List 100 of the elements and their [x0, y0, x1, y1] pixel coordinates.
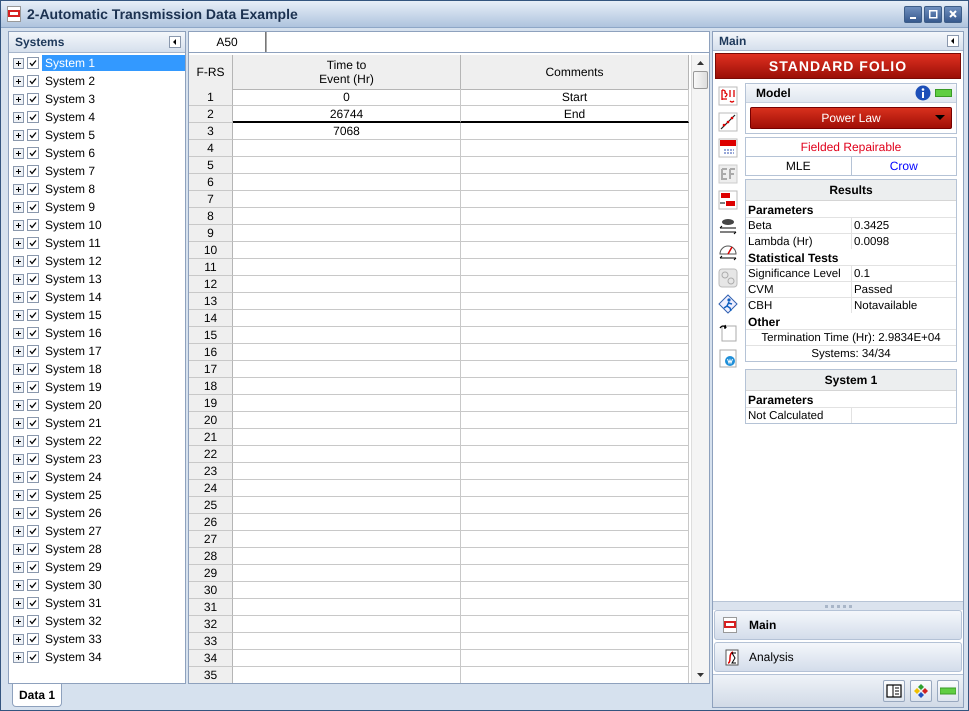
- checkbox[interactable]: [27, 525, 39, 537]
- checkbox[interactable]: [27, 255, 39, 267]
- tree-item[interactable]: System 10: [42, 217, 185, 233]
- toolbar-button[interactable]: [883, 680, 905, 702]
- checkbox[interactable]: [27, 165, 39, 177]
- checkbox[interactable]: [27, 561, 39, 573]
- checkbox[interactable]: [27, 345, 39, 357]
- checkbox[interactable]: [27, 399, 39, 411]
- expand-icon[interactable]: [13, 436, 24, 446]
- expand-icon[interactable]: [13, 418, 24, 428]
- runner-icon[interactable]: [718, 294, 738, 314]
- checkbox[interactable]: [27, 219, 39, 231]
- tree-item[interactable]: System 31: [42, 595, 185, 611]
- tree-item[interactable]: System 5: [42, 127, 185, 143]
- checkbox[interactable]: [27, 363, 39, 375]
- checkbox[interactable]: [27, 93, 39, 105]
- expand-icon[interactable]: [13, 562, 24, 572]
- page-arrow-icon[interactable]: [718, 322, 738, 342]
- expand-icon[interactable]: [13, 616, 24, 626]
- scrollbar-thumb[interactable]: [693, 71, 708, 89]
- checkbox[interactable]: [27, 381, 39, 393]
- checkbox[interactable]: [27, 579, 39, 591]
- expand-icon[interactable]: [13, 202, 24, 212]
- splitter-grip[interactable]: [824, 604, 852, 608]
- checkbox[interactable]: [27, 597, 39, 609]
- maximize-button[interactable]: [924, 6, 942, 22]
- tree-item[interactable]: System 24: [42, 469, 185, 485]
- checkbox[interactable]: [27, 471, 39, 483]
- expand-icon[interactable]: [13, 346, 24, 356]
- tree-item[interactable]: System 11: [42, 235, 185, 251]
- checkbox[interactable]: [27, 111, 39, 123]
- expand-icon[interactable]: [13, 148, 24, 158]
- expand-icon[interactable]: [13, 166, 24, 176]
- expand-icon[interactable]: [13, 328, 24, 338]
- tree-item[interactable]: System 28: [42, 541, 185, 557]
- expand-icon[interactable]: [13, 472, 24, 482]
- sheet-tab[interactable]: Data 1: [12, 684, 62, 707]
- conversion-icon[interactable]: [718, 190, 738, 210]
- tree-item[interactable]: System 23: [42, 451, 185, 467]
- collapse-button[interactable]: [169, 36, 181, 48]
- tree-item[interactable]: System 15: [42, 307, 185, 323]
- tree-item[interactable]: System 7: [42, 163, 185, 179]
- tree-item[interactable]: System 27: [42, 523, 185, 539]
- tree-item[interactable]: System 20: [42, 397, 185, 413]
- expand-icon[interactable]: [13, 508, 24, 518]
- tree-item[interactable]: System 8: [42, 181, 185, 197]
- expand-icon[interactable]: [13, 94, 24, 104]
- tree-item[interactable]: System 19: [42, 379, 185, 395]
- checkbox[interactable]: [27, 183, 39, 195]
- expand-icon[interactable]: [13, 454, 24, 464]
- tree-item[interactable]: System 18: [42, 361, 185, 377]
- expand-icon[interactable]: [13, 58, 24, 68]
- expand-icon[interactable]: [13, 634, 24, 644]
- expand-icon[interactable]: [13, 382, 24, 392]
- tree-item[interactable]: System 9: [42, 199, 185, 215]
- checkbox[interactable]: [27, 57, 39, 69]
- tree-item[interactable]: System 6: [42, 145, 185, 161]
- checkbox[interactable]: [27, 453, 39, 465]
- checkbox[interactable]: [27, 129, 39, 141]
- checkbox[interactable]: [27, 273, 39, 285]
- scroll-up-icon[interactable]: [696, 59, 705, 67]
- scroll-down-icon[interactable]: [696, 671, 705, 679]
- tree-item[interactable]: System 33: [42, 631, 185, 647]
- tree-item[interactable]: System 16: [42, 325, 185, 341]
- tree-item[interactable]: System 13: [42, 271, 185, 287]
- checkbox[interactable]: [27, 309, 39, 321]
- model-dropdown[interactable]: Power Law: [750, 107, 952, 129]
- checkbox[interactable]: [27, 507, 39, 519]
- tree-item[interactable]: System 12: [42, 253, 185, 269]
- checkbox[interactable]: [27, 237, 39, 249]
- expand-icon[interactable]: [13, 220, 24, 230]
- checkbox[interactable]: [27, 633, 39, 645]
- toolbar-button[interactable]: [910, 680, 932, 702]
- tree-item[interactable]: System 22: [42, 433, 185, 449]
- checkbox[interactable]: [27, 435, 39, 447]
- tree-item[interactable]: System 14: [42, 289, 185, 305]
- expand-icon[interactable]: [13, 544, 24, 554]
- expand-icon[interactable]: [13, 256, 24, 266]
- minimize-button[interactable]: [904, 6, 922, 22]
- expand-icon[interactable]: [13, 130, 24, 140]
- tree-item[interactable]: System 25: [42, 487, 185, 503]
- expand-icon[interactable]: [13, 184, 24, 194]
- expand-icon[interactable]: [13, 238, 24, 248]
- nav-tab[interactable]: Analysis: [749, 650, 794, 664]
- checkbox[interactable]: [27, 417, 39, 429]
- tree-item[interactable]: System 32: [42, 613, 185, 629]
- expand-icon[interactable]: [13, 400, 24, 410]
- checkbox[interactable]: [27, 147, 39, 159]
- checkbox[interactable]: [27, 75, 39, 87]
- close-button[interactable]: [944, 6, 962, 22]
- expand-icon[interactable]: [13, 598, 24, 608]
- tree-item[interactable]: System 30: [42, 577, 185, 593]
- tree-item[interactable]: System 34: [42, 649, 185, 665]
- checkbox[interactable]: [27, 489, 39, 501]
- tree-item[interactable]: System 29: [42, 559, 185, 575]
- expand-icon[interactable]: [13, 310, 24, 320]
- grid-icon[interactable]: [718, 138, 738, 158]
- expand-icon[interactable]: [13, 526, 24, 536]
- expand-icon[interactable]: [13, 490, 24, 500]
- checkbox[interactable]: [27, 201, 39, 213]
